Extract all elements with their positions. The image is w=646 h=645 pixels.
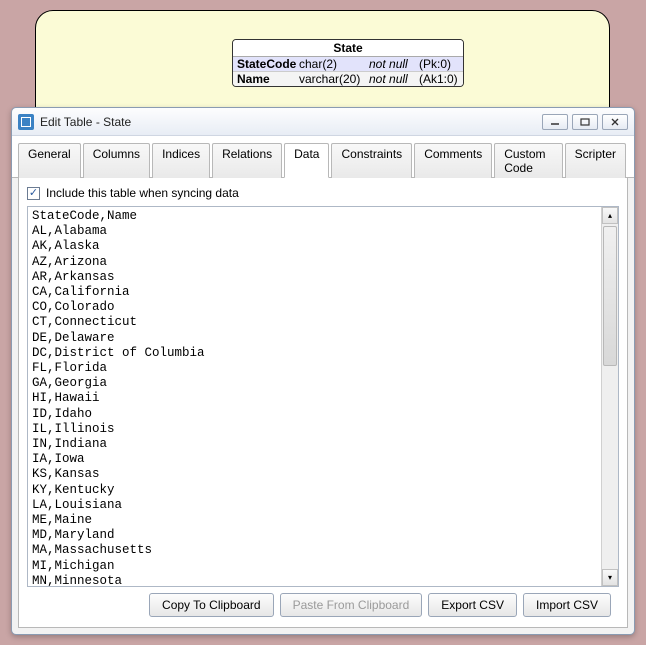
schema-col-key: (Ak1:0) xyxy=(419,72,459,86)
schema-card-title: State xyxy=(233,40,463,57)
csv-editor-wrap: StateCode,Name AL,Alabama AK,Alaska AZ,A… xyxy=(27,206,619,587)
schema-col-nullability: not null xyxy=(369,72,419,86)
tab-data[interactable]: Data xyxy=(284,143,329,178)
vertical-scrollbar[interactable]: ▴ ▾ xyxy=(601,207,618,586)
schema-column-row[interactable]: StateCode char(2) not null (Pk:0) xyxy=(233,57,463,72)
scroll-down-button[interactable]: ▾ xyxy=(602,569,618,586)
maximize-button[interactable] xyxy=(572,114,598,130)
schema-col-name: Name xyxy=(237,72,299,86)
tab-columns[interactable]: Columns xyxy=(83,143,150,178)
include-sync-checkbox-row[interactable]: Include this table when syncing data xyxy=(27,186,619,200)
import-csv-button[interactable]: Import CSV xyxy=(523,593,611,617)
app-icon xyxy=(18,114,34,130)
csv-editor[interactable]: StateCode,Name AL,Alabama AK,Alaska AZ,A… xyxy=(28,207,601,586)
include-sync-checkbox[interactable] xyxy=(27,187,40,200)
schema-col-name: StateCode xyxy=(237,57,299,71)
tab-strip: GeneralColumnsIndicesRelationsDataConstr… xyxy=(12,136,634,178)
scroll-thumb[interactable] xyxy=(603,226,617,366)
schema-col-type: char(2) xyxy=(299,57,369,71)
copy-to-clipboard-button[interactable]: Copy To Clipboard xyxy=(149,593,274,617)
scroll-up-button[interactable]: ▴ xyxy=(602,207,618,224)
window-title: Edit Table - State xyxy=(40,115,538,129)
close-button[interactable] xyxy=(602,114,628,130)
minimize-button[interactable] xyxy=(542,114,568,130)
include-sync-label: Include this table when syncing data xyxy=(46,186,239,200)
tab-custom-code[interactable]: Custom Code xyxy=(494,143,562,178)
schema-col-type: varchar(20) xyxy=(299,72,369,86)
tab-indices[interactable]: Indices xyxy=(152,143,210,178)
tab-comments[interactable]: Comments xyxy=(414,143,492,178)
tab-constraints[interactable]: Constraints xyxy=(331,143,412,178)
paste-from-clipboard-button[interactable]: Paste From Clipboard xyxy=(280,593,423,617)
table-schema-card[interactable]: State StateCode char(2) not null (Pk:0) … xyxy=(232,39,464,87)
schema-col-key: (Pk:0) xyxy=(419,57,459,71)
action-button-row: Copy To Clipboard Paste From Clipboard E… xyxy=(27,587,619,619)
titlebar[interactable]: Edit Table - State xyxy=(12,108,634,136)
export-csv-button[interactable]: Export CSV xyxy=(428,593,517,617)
tab-relations[interactable]: Relations xyxy=(212,143,282,178)
data-panel: Include this table when syncing data Sta… xyxy=(18,178,628,628)
edit-table-dialog: Edit Table - State GeneralColumnsIndices… xyxy=(11,107,635,635)
schema-column-row[interactable]: Name varchar(20) not null (Ak1:0) xyxy=(233,72,463,86)
tab-general[interactable]: General xyxy=(18,143,81,178)
tab-scripter[interactable]: Scripter xyxy=(565,143,626,178)
schema-col-nullability: not null xyxy=(369,57,419,71)
scroll-track[interactable] xyxy=(602,224,618,569)
